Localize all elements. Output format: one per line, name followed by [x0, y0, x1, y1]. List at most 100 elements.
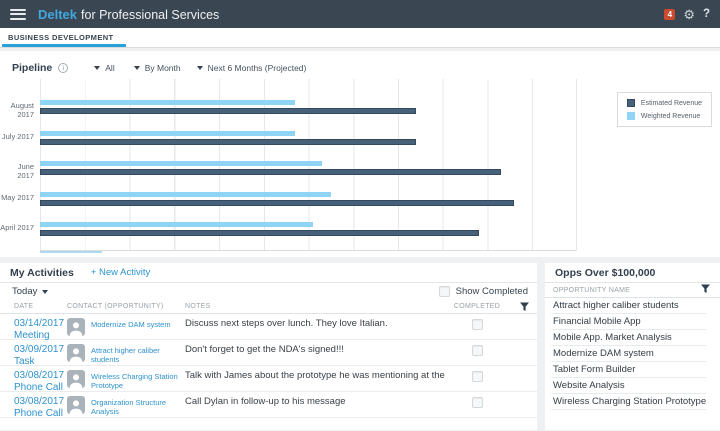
activity-date-link[interactable]: 03/08/2017Phone Call — [14, 396, 67, 420]
month-label: April 2017 — [0, 223, 34, 232]
estimated-revenue-bar — [40, 139, 416, 145]
filter-label: Next 6 Months (Projected) — [208, 63, 307, 73]
column-header-notes: NOTES — [185, 303, 447, 310]
contact-cell: Attract higher caliber students — [67, 344, 185, 368]
opportunity-link[interactable]: Organization Structure Analysis — [91, 396, 179, 420]
column-header-opportunity-name: OPPORTUNITY NAME — [553, 287, 630, 294]
weighted-revenue-bar — [40, 222, 313, 227]
show-completed-label: Show Completed — [456, 286, 528, 297]
contact-cell: Modernize DAM system — [67, 318, 185, 342]
legend-item-weighted: Weighted Revenue — [627, 112, 702, 120]
weighted-revenue-bar — [40, 100, 295, 105]
filter-funnel-icon — [520, 302, 529, 312]
pipeline-bar-chart: Estimated Revenue Weighted Revenue Augus… — [0, 79, 720, 257]
opportunity-link[interactable]: Attract higher caliber students — [91, 344, 179, 368]
filter-funnel-icon — [701, 284, 710, 294]
hamburger-menu-icon[interactable] — [10, 9, 26, 20]
person-icon — [68, 346, 84, 362]
brand-suffix: for Professional Services — [81, 8, 219, 22]
chevron-down-icon — [134, 66, 140, 70]
new-activity-button[interactable]: + New Activity — [91, 267, 150, 278]
show-completed-checkbox[interactable] — [439, 286, 450, 297]
chevron-down-icon — [94, 66, 100, 70]
period-dropdown[interactable]: Today — [12, 286, 48, 297]
legend-label: Weighted Revenue — [641, 113, 700, 120]
table-row: 03/08/2017Phone Call Wireless Charging S… — [0, 366, 537, 392]
top-bar: Deltek for Professional Services 4 ⚙ ? — [0, 0, 720, 28]
help-icon[interactable]: ? — [703, 8, 710, 20]
activity-date-link[interactable]: 03/09/2017Task — [14, 344, 67, 368]
table-row: 03/08/2017Phone Call Organization Struct… — [0, 392, 537, 418]
chevron-down-icon — [197, 66, 203, 70]
chart-scroll-indicator[interactable] — [40, 251, 102, 253]
legend-item-estimated: Estimated Revenue — [627, 99, 702, 107]
activity-date-link[interactable]: 03/08/2017Phone Call — [14, 370, 67, 394]
pipeline-filter-range[interactable]: Next 6 Months (Projected) — [197, 63, 307, 73]
contact-cell: Wireless Charging Station Prototype — [67, 370, 185, 394]
topbar-actions: 4 ⚙ ? — [664, 8, 710, 21]
weighted-revenue-swatch — [627, 112, 635, 120]
list-item[interactable]: Website Analysis — [551, 378, 706, 394]
activity-notes: Talk with James about the prototype he w… — [185, 370, 447, 394]
contact-avatar — [67, 370, 85, 388]
tab-bar: BUSINESS DEVELOPMENT — [0, 28, 720, 48]
tab-business-development[interactable]: BUSINESS DEVELOPMENT — [2, 29, 126, 47]
pipeline-filter-grouping[interactable]: By Month — [134, 63, 181, 73]
completed-checkbox[interactable] — [472, 397, 483, 408]
completed-checkbox[interactable] — [472, 319, 483, 330]
activities-filter-row: Today Show Completed — [0, 283, 537, 300]
completed-checkbox[interactable] — [472, 345, 483, 356]
activities-filter-button[interactable] — [507, 302, 537, 312]
activity-date-link[interactable]: 03/14/2017Meeting — [14, 318, 67, 342]
column-header-contact: CONTACT (OPPORTUNITY) — [67, 303, 185, 310]
list-item[interactable]: Tablet Form Builder — [551, 362, 706, 378]
pipeline-title: Pipeline — [12, 62, 52, 74]
app-title: Deltek for Professional Services — [38, 7, 219, 22]
info-icon[interactable] — [58, 63, 68, 73]
activities-table-header: DATE CONTACT (OPPORTUNITY) NOTES COMPLET… — [0, 300, 537, 314]
column-header-completed: COMPLETED — [447, 303, 507, 310]
legend-label: Estimated Revenue — [641, 100, 702, 107]
my-activities-panel: My Activities + New Activity Today Show … — [0, 263, 537, 430]
period-label: Today — [12, 286, 37, 297]
month-label: July 2017 — [0, 132, 34, 141]
contact-cell: Organization Structure Analysis — [67, 396, 185, 420]
list-item[interactable]: Attract higher caliber students — [551, 298, 706, 314]
show-completed-toggle: Show Completed — [439, 286, 528, 297]
opps-filter-button[interactable] — [701, 284, 710, 296]
opportunity-link[interactable]: Wireless Charging Station Prototype — [91, 370, 179, 394]
activities-title: My Activities — [10, 267, 74, 279]
column-header-date: DATE — [14, 303, 67, 310]
month-label: August 2017 — [0, 101, 34, 119]
contact-avatar — [67, 396, 85, 414]
estimated-revenue-bar — [40, 200, 514, 206]
contact-avatar — [67, 318, 85, 336]
list-item[interactable]: Wireless Charging Station Prototype — [551, 394, 706, 410]
contact-avatar — [67, 344, 85, 362]
weighted-revenue-bar — [40, 161, 322, 166]
gear-icon[interactable]: ⚙ — [683, 8, 695, 21]
list-item[interactable]: Financial Mobile App — [551, 314, 706, 330]
completed-checkbox[interactable] — [472, 371, 483, 382]
notification-badge[interactable]: 4 — [664, 9, 675, 20]
activity-notes: Discuss next steps over lunch. They love… — [185, 318, 447, 342]
weighted-revenue-bar — [40, 192, 331, 197]
brand-name: Deltek — [38, 7, 77, 22]
opportunity-link[interactable]: Modernize DAM system — [91, 318, 171, 342]
pipeline-panel: Pipeline All By Month Next 6 Months (Pro… — [0, 51, 720, 257]
list-item[interactable]: Mobile App. Market Analysis — [551, 330, 706, 346]
opps-table-header: OPPORTUNITY NAME — [545, 283, 720, 298]
pipeline-header: Pipeline All By Month Next 6 Months (Pro… — [0, 51, 720, 75]
activity-notes: Call Dylan in follow-up to his message — [185, 396, 447, 420]
person-icon — [68, 398, 84, 414]
estimated-revenue-bar — [40, 169, 501, 175]
activity-notes: Don't forget to get the NDA's signed!!! — [185, 344, 447, 368]
pipeline-filter-stage[interactable]: All — [94, 63, 114, 73]
table-row: 03/09/2017Task Attract higher caliber st… — [0, 340, 537, 366]
estimated-revenue-swatch — [627, 99, 635, 107]
chart-legend: Estimated Revenue Weighted Revenue — [617, 92, 712, 127]
opps-panel: Opps Over $100,000 OPPORTUNITY NAME Attr… — [545, 263, 720, 430]
opps-title-row: Opps Over $100,000 — [545, 263, 720, 283]
person-icon — [68, 320, 84, 336]
list-item[interactable]: Modernize DAM system — [551, 346, 706, 362]
